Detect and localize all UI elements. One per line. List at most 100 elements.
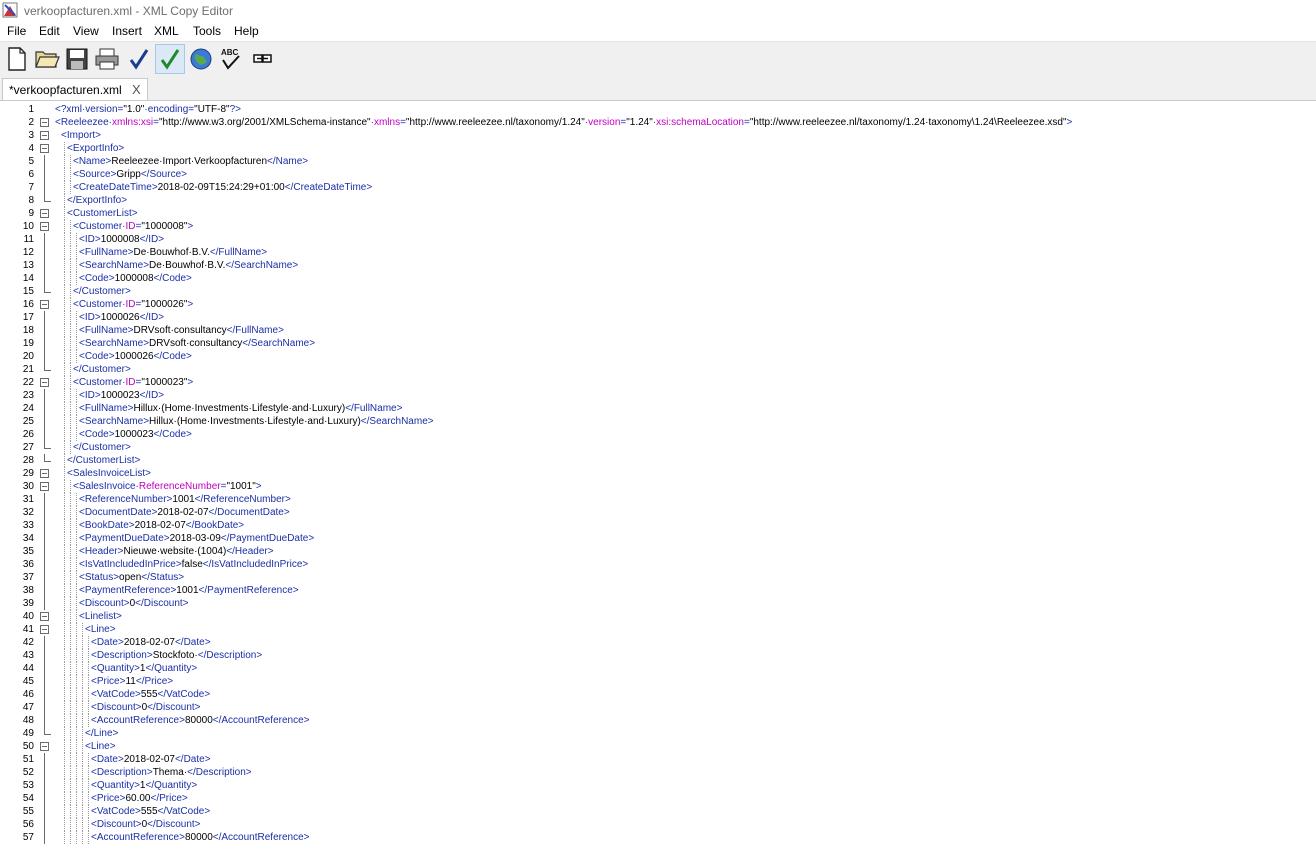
new-document-button[interactable]: [2, 44, 32, 74]
code-line[interactable]: 27 </Customer>: [0, 441, 1316, 454]
fold-toggle-icon[interactable]: [40, 742, 49, 751]
code-line[interactable]: 39 <Discount>0</Discount>: [0, 597, 1316, 610]
tab-verkoopfacturen[interactable]: *verkoopfacturen.xml X: [2, 78, 148, 100]
spellcheck-button[interactable]: ABC: [216, 44, 246, 74]
fold-toggle-icon[interactable]: [40, 222, 49, 231]
code-line[interactable]: 41 <Line>: [0, 623, 1316, 636]
code-line[interactable]: 46 <VatCode>555</VatCode>: [0, 688, 1316, 701]
line-number: 39: [22, 598, 34, 609]
indent-guide: [76, 727, 77, 740]
code-line[interactable]: 1 <?xml·version="1.0"·encoding="UTF-8"?>: [0, 103, 1316, 116]
fold-toggle-icon[interactable]: [40, 300, 49, 309]
menu-view[interactable]: View: [73, 24, 99, 38]
code-line[interactable]: 42 <Date>2018-02-07</Date>: [0, 636, 1316, 649]
code-line[interactable]: 19 <SearchName>DRVsoft·consultancy</Searc…: [0, 337, 1316, 350]
menu-tools[interactable]: Tools: [193, 24, 221, 38]
code-line[interactable]: 21 </Customer>: [0, 363, 1316, 376]
code-line[interactable]: 38 <PaymentReference>1001</PaymentReferen…: [0, 584, 1316, 597]
code-line[interactable]: 13 <SearchName>De·Bouwhof·B.V.</SearchNam…: [0, 259, 1316, 272]
code-line[interactable]: 50 <Line>: [0, 740, 1316, 753]
browser-button[interactable]: [186, 44, 216, 74]
code-line[interactable]: 22 <Customer·ID="1000023">: [0, 376, 1316, 389]
check-well-formed-button[interactable]: [124, 44, 154, 74]
code-line[interactable]: 35 <Header>Nieuwe·website·(1004)</Header>: [0, 545, 1316, 558]
code-line[interactable]: 16 <Customer·ID="1000026">: [0, 298, 1316, 311]
validate-button[interactable]: [155, 44, 185, 74]
menu-help[interactable]: Help: [234, 24, 259, 38]
indent-guide: [70, 675, 71, 688]
code-line[interactable]: 2 <Reeleezee·xmlns:xsi="http://www.w3.org…: [0, 116, 1316, 129]
menu-xml[interactable]: XML: [154, 24, 179, 38]
code-line[interactable]: 5 <Name>Reeleezee·Import·Verkoopfacturen<…: [0, 155, 1316, 168]
code-line[interactable]: 23 <ID>1000023</ID>: [0, 389, 1316, 402]
code-line[interactable]: 57 <AccountReference>80000</AccountRefere…: [0, 831, 1316, 844]
fold-toggle-icon[interactable]: [40, 612, 49, 621]
code-line[interactable]: 33 <BookDate>2018-02-07</BookDate>: [0, 519, 1316, 532]
code-line[interactable]: 51 <Date>2018-02-07</Date>: [0, 753, 1316, 766]
code-line[interactable]: 12 <FullName>De·Bouwhof·B.V.</FullName>: [0, 246, 1316, 259]
save-button[interactable]: [62, 44, 92, 74]
code-line[interactable]: 20 <Code>1000026</Code>: [0, 350, 1316, 363]
fold-toggle-icon[interactable]: [40, 469, 49, 478]
code-line[interactable]: 9 <CustomerList>: [0, 207, 1316, 220]
code-line[interactable]: 24 <FullName>Hillux·(Home·Investments·Lif…: [0, 402, 1316, 415]
code-line[interactable]: 29 <SalesInvoiceList>: [0, 467, 1316, 480]
xml-tag-token: </PaymentReference>: [198, 585, 299, 596]
code-line[interactable]: 6 <Source>Gripp</Source>: [0, 168, 1316, 181]
indent-guide: [70, 623, 71, 636]
code-line[interactable]: 54 <Price>60.00</Price>: [0, 792, 1316, 805]
code-line[interactable]: 18 <FullName>DRVsoft·consultancy</FullNam…: [0, 324, 1316, 337]
code-line[interactable]: 44 <Quantity>1</Quantity>: [0, 662, 1316, 675]
code-line[interactable]: 49 </Line>: [0, 727, 1316, 740]
code-line[interactable]: 31 <ReferenceNumber>1001</ReferenceNumber…: [0, 493, 1316, 506]
fold-toggle-icon[interactable]: [40, 144, 49, 153]
code-line[interactable]: 52 <Description>Thema·</Description>: [0, 766, 1316, 779]
tab-close-icon[interactable]: X: [132, 82, 141, 97]
code-line[interactable]: 55 <VatCode>555</VatCode>: [0, 805, 1316, 818]
indent-guide: [64, 662, 65, 675]
code-text: <Discount>0</Discount>: [91, 818, 201, 831]
fold-toggle-icon[interactable]: [40, 482, 49, 491]
line-number: 29: [22, 468, 34, 479]
fold-toggle-icon[interactable]: [40, 209, 49, 218]
fold-toggle-icon[interactable]: [40, 625, 49, 634]
code-line[interactable]: 26 <Code>1000023</Code>: [0, 428, 1316, 441]
code-line[interactable]: 17 <ID>1000026</ID>: [0, 311, 1316, 324]
code-line[interactable]: 53 <Quantity>1</Quantity>: [0, 779, 1316, 792]
fold-toggle-icon[interactable]: [40, 118, 49, 127]
code-line[interactable]: 37 <Status>open</Status>: [0, 571, 1316, 584]
code-line[interactable]: 28 </CustomerList>: [0, 454, 1316, 467]
menu-insert[interactable]: Insert: [112, 24, 142, 38]
code-line[interactable]: 3 <Import>: [0, 129, 1316, 142]
code-line[interactable]: 10 <Customer·ID="1000008">: [0, 220, 1316, 233]
fold-toggle-icon[interactable]: [40, 378, 49, 387]
code-line[interactable]: 14 <Code>1000008</Code>: [0, 272, 1316, 285]
indent-guide: [64, 363, 65, 376]
code-text: <Customer·ID="1000026">: [73, 298, 193, 311]
code-line[interactable]: 43 <Description>Stockfoto·</Description>: [0, 649, 1316, 662]
code-line[interactable]: 36 <IsVatIncludedInPrice>false</IsVatIncl…: [0, 558, 1316, 571]
code-line[interactable]: 4 <ExportInfo>: [0, 142, 1316, 155]
print-button[interactable]: [92, 44, 122, 74]
code-line[interactable]: 34 <PaymentDueDate>2018-03-09</PaymentDue…: [0, 532, 1316, 545]
code-line[interactable]: 48 <AccountReference>80000</AccountRefere…: [0, 714, 1316, 727]
open-button[interactable]: [32, 44, 62, 74]
code-line[interactable]: 56 <Discount>0</Discount>: [0, 818, 1316, 831]
code-line[interactable]: 30 <SalesInvoice·ReferenceNumber="1001">: [0, 480, 1316, 493]
menu-edit[interactable]: Edit: [39, 24, 60, 38]
xsl-transform-button[interactable]: [248, 44, 278, 74]
xml-tag-token: </FullName>: [209, 247, 268, 258]
code-line[interactable]: 45 <Price>11</Price>: [0, 675, 1316, 688]
code-editor[interactable]: 1 <?xml·version="1.0"·encoding="UTF-8"?> 2…: [0, 101, 1316, 845]
code-line[interactable]: 32 <DocumentDate>2018-02-07</DocumentDate…: [0, 506, 1316, 519]
fold-toggle-icon[interactable]: [40, 131, 49, 140]
code-line[interactable]: 11 <ID>1000008</ID>: [0, 233, 1316, 246]
code-line[interactable]: 8 </ExportInfo>: [0, 194, 1316, 207]
code-line[interactable]: 47 <Discount>0</Discount>: [0, 701, 1316, 714]
code-line[interactable]: 7 <CreateDateTime>2018-02-09T15:24:29+01:…: [0, 181, 1316, 194]
code-line[interactable]: 15 </Customer>: [0, 285, 1316, 298]
indent-guide: [70, 753, 71, 766]
code-line[interactable]: 40 <Linelist>: [0, 610, 1316, 623]
menu-file[interactable]: File: [7, 24, 26, 38]
code-line[interactable]: 25 <SearchName>Hillux·(Home·Investments·L…: [0, 415, 1316, 428]
